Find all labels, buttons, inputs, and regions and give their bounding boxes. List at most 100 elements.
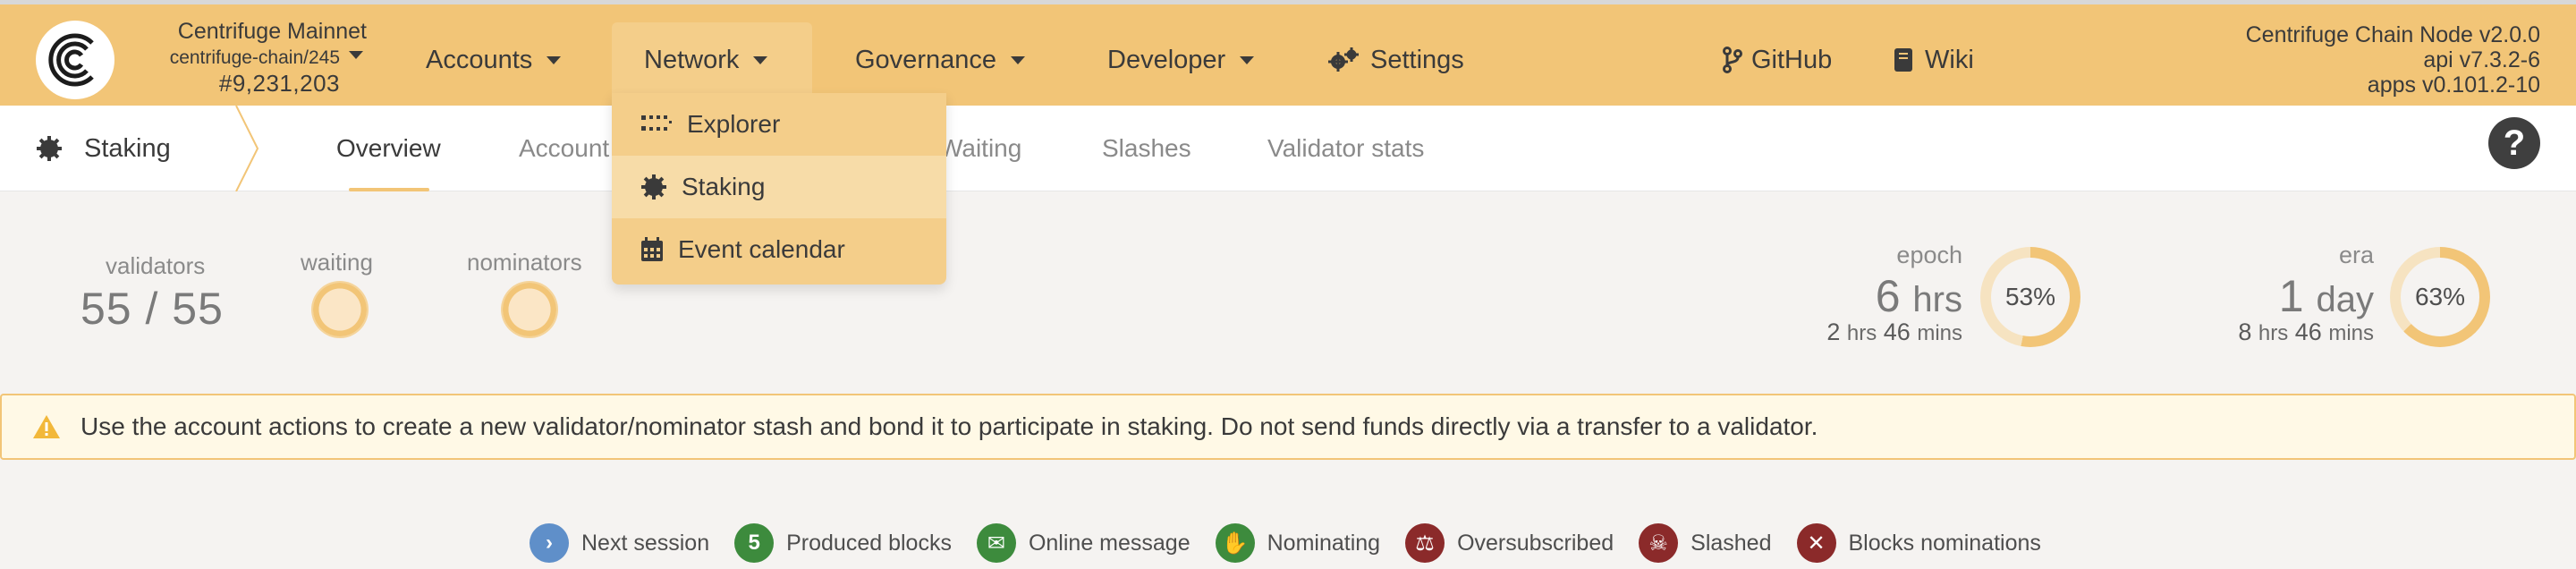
calendar-icon <box>641 237 663 261</box>
era-progress-ring: 63% <box>2390 247 2490 347</box>
apps-version: apps v0.101.2-10 <box>2367 72 2540 98</box>
envelope-icon: ✉ <box>976 523 1016 563</box>
menu-item-explorer-label: Explorer <box>687 110 781 138</box>
epoch-duration-hours: 2 <box>1826 318 1841 345</box>
chevron-down-icon <box>1240 55 1255 64</box>
epoch-duration-mins-unit: mins <box>1917 321 1962 345</box>
legend-item: ⚖ Oversubscribed <box>1405 523 1614 563</box>
nav-accounts-label: Accounts <box>426 45 533 74</box>
menu-item-staking-label: Staking <box>682 173 766 200</box>
legend-item: › Next session <box>530 523 709 563</box>
legend-item-label: Online message <box>1028 530 1191 556</box>
sub-navigation: Staking Overview Account Waiting Slashes… <box>0 106 2576 191</box>
nav-settings-label: Settings <box>1370 45 1464 74</box>
tab-account-label: Account <box>519 134 610 162</box>
menu-item-explorer[interactable]: Explorer <box>612 93 946 156</box>
section-title-label: Staking <box>84 133 171 163</box>
tab-overview[interactable]: Overview <box>336 106 441 191</box>
era-remaining-value: 1 <box>2278 271 2304 321</box>
nav-developer[interactable]: Developer <box>1075 22 1286 98</box>
chevron-down-icon <box>547 55 562 64</box>
era-remaining-unit: day <box>2316 280 2375 319</box>
best-block-number: #9,231,203 <box>218 70 340 97</box>
nav-network-label: Network <box>644 45 740 74</box>
warning-icon <box>33 415 60 438</box>
centrifuge-logo-icon <box>48 33 94 87</box>
validators-value: 55 / 55 <box>80 284 224 334</box>
tab-validator-stats[interactable]: Validator stats <box>1267 106 1424 191</box>
active-tab-indicator <box>349 188 429 191</box>
epoch-duration: 2 hrs 46 mins <box>1771 318 1962 346</box>
tab-overview-label: Overview <box>336 134 441 162</box>
legend: › Next session 5 Produced blocks ✉ Online mes… <box>530 522 2066 564</box>
legend-item-label: Next session <box>581 530 710 556</box>
epoch-duration-hours-unit: hrs <box>1846 321 1877 345</box>
book-icon <box>1894 48 1912 72</box>
nav-governance[interactable]: Governance <box>823 22 1057 98</box>
nav-network[interactable]: Network <box>612 22 812 98</box>
epoch-remaining-value: 6 <box>1875 271 1901 321</box>
chain-selector[interactable]: Centrifuge Mainnet centrifuge-chain/245 … <box>134 19 367 97</box>
tab-slashes-label: Slashes <box>1102 134 1191 162</box>
waiting-label: waiting <box>301 249 373 276</box>
validators-label: validators <box>106 252 206 279</box>
section-title: Staking <box>36 106 171 191</box>
chevron-down-icon <box>753 55 768 64</box>
legend-item-label: Oversubscribed <box>1457 530 1614 556</box>
nav-github[interactable]: GitHub <box>1690 22 1864 98</box>
nav-github-label: GitHub <box>1751 45 1833 74</box>
warning-text: Use the account actions to create a new … <box>80 412 1818 440</box>
top-bar: Centrifuge Mainnet centrifuge-chain/245 … <box>0 0 2576 106</box>
menu-item-event-calendar[interactable]: Event calendar <box>612 218 946 281</box>
node-version-info: Centrifuge Chain Node v2.0.0 api v7.3.2-… <box>2246 22 2540 98</box>
epoch-label: epoch <box>1896 242 1962 268</box>
nav-settings[interactable]: Settings <box>1295 22 1496 98</box>
era-duration-mins-unit: mins <box>2328 321 2374 345</box>
staking-warning-banner: Use the account actions to create a new … <box>0 394 2576 460</box>
api-version: api v7.3.2-6 <box>2423 47 2540 72</box>
tab-slashes[interactable]: Slashes <box>1102 106 1191 191</box>
legend-item: ✋ Nominating <box>1215 523 1380 563</box>
menu-item-staking[interactable]: Staking <box>612 156 946 218</box>
era-remaining: 1 day <box>2254 270 2374 322</box>
nav-developer-label: Developer <box>1107 45 1226 74</box>
tab-account[interactable]: Account <box>519 106 609 191</box>
era-progress-percent: 63% <box>2401 258 2479 336</box>
era-label: era <box>2338 242 2374 268</box>
help-icon[interactable]: ? <box>2488 117 2540 169</box>
waiting-loading-spinner <box>313 283 367 336</box>
centrifuge-logo[interactable] <box>36 21 114 99</box>
legend-item: ✉ Online message <box>976 523 1191 563</box>
legend-item-label: Produced blocks <box>786 530 952 556</box>
scale-icon: ⚖ <box>1405 523 1445 563</box>
chain-spec: centrifuge-chain/245 <box>169 47 340 68</box>
grid-dots-icon <box>641 115 672 131</box>
legend-item: ✕ Blocks nominations <box>1796 523 2041 563</box>
tab-waiting[interactable]: Waiting <box>939 106 1021 191</box>
epoch-progress-ring: 53% <box>1980 247 2080 347</box>
nav-wiki-label: Wiki <box>1925 45 1974 74</box>
tab-validator-stats-label: Validator stats <box>1267 134 1425 162</box>
era-duration: 8 hrs 46 mins <box>2182 318 2374 346</box>
breadcrumb-separator <box>235 106 259 191</box>
epoch-duration-mins: 46 <box>1883 318 1911 345</box>
era-duration-hours-unit: hrs <box>2258 321 2289 345</box>
hand-icon: ✋ <box>1215 523 1255 563</box>
count-badge: 5 <box>734 523 775 563</box>
nominators-loading-spinner <box>503 283 556 336</box>
git-branch-icon <box>1723 47 1742 73</box>
legend-item-label: Blocks nominations <box>1848 530 2041 556</box>
chevron-down-icon[interactable] <box>349 51 363 59</box>
era-duration-hours: 8 <box>2238 318 2252 345</box>
nav-accounts[interactable]: Accounts <box>394 22 593 98</box>
blocked-user-icon: ✕ <box>1796 523 1836 563</box>
nav-wiki[interactable]: Wiki <box>1860 22 2006 98</box>
chevron-right-icon: › <box>530 523 569 563</box>
menu-item-event-calendar-label: Event calendar <box>678 235 845 263</box>
staking-cog-icon <box>641 174 666 200</box>
tab-waiting-label: Waiting <box>939 134 1022 162</box>
epoch-progress-percent: 53% <box>1991 258 2070 336</box>
node-version: Centrifuge Chain Node v2.0.0 <box>2245 22 2540 47</box>
nominators-label: nominators <box>467 249 582 276</box>
staking-cog-icon <box>37 136 62 161</box>
